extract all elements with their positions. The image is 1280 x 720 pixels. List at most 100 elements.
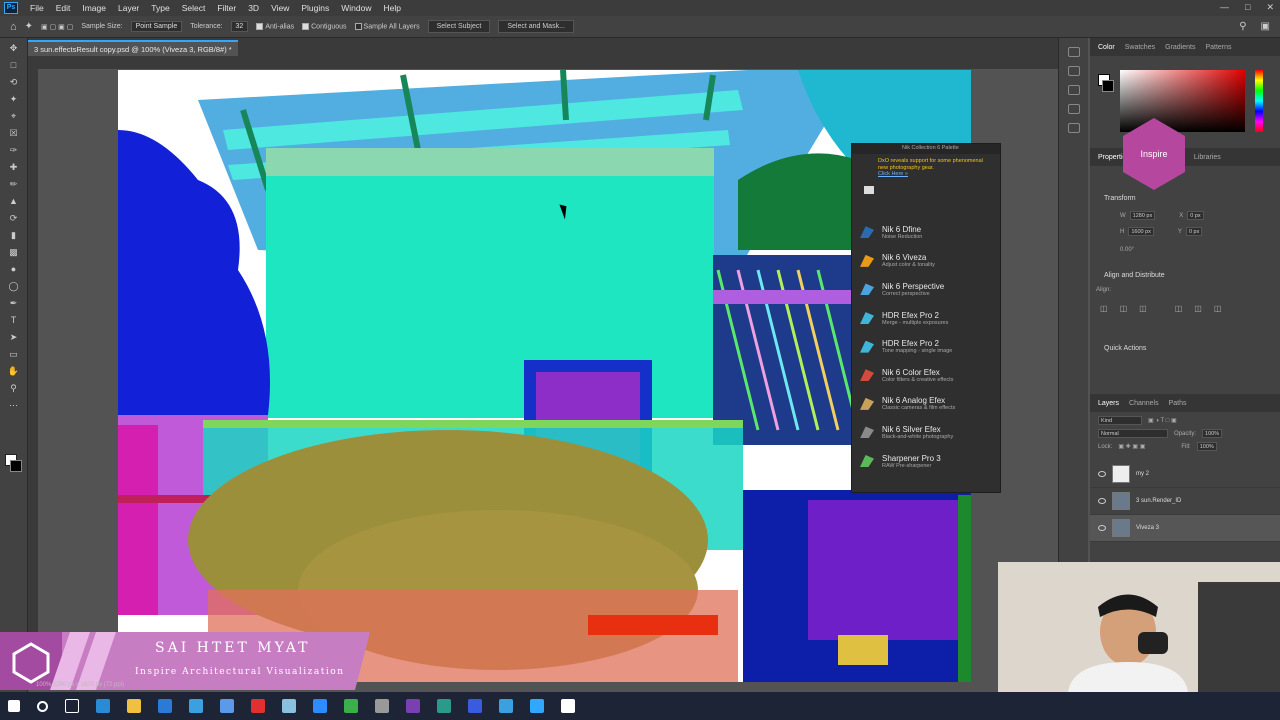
selection-mode-icons[interactable]: ▣ ▢ ▣ ▢	[41, 23, 73, 31]
brush-tool-icon[interactable]: ✏	[5, 177, 23, 191]
mail-icon[interactable]	[158, 699, 172, 713]
menu-type[interactable]: Type	[145, 3, 175, 13]
menu-filter[interactable]: Filter	[211, 3, 242, 13]
select-and-mask-button[interactable]: Select and Mask...	[498, 20, 574, 33]
settings-icon[interactable]	[375, 699, 389, 713]
gradient-tool-icon[interactable]: ▩	[5, 245, 23, 259]
eyedropper-tool-icon[interactable]: ✑	[5, 143, 23, 157]
menu-file[interactable]: File	[24, 3, 50, 13]
sample-size-select[interactable]: Point Sample	[130, 21, 183, 32]
fill-input[interactable]: 100%	[1196, 442, 1217, 451]
more-tools-icon[interactable]: ⋯	[5, 398, 23, 412]
nik-item[interactable]: HDR Efex Pro 2 Tone mapping - single imag…	[852, 332, 1000, 361]
align-right-icon[interactable]: ◫	[1139, 304, 1147, 313]
background-color-swatch[interactable]	[10, 460, 22, 472]
start-icon[interactable]	[8, 700, 20, 712]
type-tool-icon[interactable]: T	[5, 313, 23, 327]
nik-item[interactable]: Nik 6 Analog Efex Classic cameras & film …	[852, 390, 1000, 419]
align-top-icon[interactable]: ◫	[1175, 304, 1183, 313]
app-icon[interactable]	[282, 699, 296, 713]
layer-filter-icons[interactable]: ▣ ◑ T □ ▣	[1148, 417, 1177, 424]
menu-image[interactable]: Image	[76, 3, 112, 13]
zoom-tool-icon[interactable]: ⚲	[5, 381, 23, 395]
tab-layers[interactable]: Layers	[1098, 400, 1119, 407]
visibility-eye-icon[interactable]	[1098, 471, 1106, 477]
tab-swatches[interactable]: Swatches	[1125, 44, 1155, 51]
tab-patterns[interactable]: Patterns	[1205, 44, 1231, 51]
nik-item[interactable]: Nik 6 Silver Efex Black-and-white photogr…	[852, 418, 1000, 447]
anti-alias-checkbox[interactable]: Anti-alias	[256, 22, 294, 30]
color-picker-field[interactable]	[1120, 70, 1245, 132]
blend-mode-select[interactable]: Normal	[1098, 429, 1168, 438]
nik-item[interactable]: Nik 6 Viveza Adjust color & tonality	[852, 247, 1000, 276]
calculator-icon[interactable]	[437, 699, 451, 713]
media-icon[interactable]	[468, 699, 482, 713]
opacity-input[interactable]: 100%	[1202, 429, 1223, 438]
menu-select[interactable]: Select	[176, 3, 212, 13]
hand-tool-icon[interactable]: ✋	[5, 364, 23, 378]
frame-tool-icon[interactable]: ☒	[5, 126, 23, 140]
align-left-icon[interactable]: ◫	[1100, 304, 1108, 313]
sketchup-icon[interactable]	[220, 699, 234, 713]
layer-name[interactable]: Viveza 3	[1136, 525, 1159, 531]
menu-layer[interactable]: Layer	[112, 3, 145, 13]
document-canvas[interactable]	[118, 70, 971, 682]
eraser-tool-icon[interactable]: ▮	[5, 228, 23, 242]
tab-gradients[interactable]: Gradients	[1165, 44, 1195, 51]
move-tool-icon[interactable]: ✥	[5, 41, 23, 55]
menu-3d[interactable]: 3D	[242, 3, 265, 13]
shape-tool-icon[interactable]: ▭	[5, 347, 23, 361]
contiguous-checkbox[interactable]: Contiguous	[302, 22, 347, 30]
dodge-tool-icon[interactable]: ◯	[5, 279, 23, 293]
lasso-tool-icon[interactable]: ⟲	[5, 75, 23, 89]
tab-color[interactable]: Color	[1098, 44, 1115, 51]
task-view-icon[interactable]	[65, 699, 79, 713]
color-bg-swatch[interactable]	[1102, 80, 1114, 92]
align-center-icon[interactable]: ◫	[1120, 304, 1128, 313]
layer-name[interactable]: my 2	[1136, 471, 1149, 477]
blur-tool-icon[interactable]: ●	[5, 262, 23, 276]
sample-all-layers-checkbox[interactable]: Sample All Layers	[354, 22, 420, 30]
menu-window[interactable]: Window	[335, 3, 377, 13]
character-icon[interactable]	[1067, 104, 1080, 114]
onenote-icon[interactable]	[406, 699, 420, 713]
actions-icon[interactable]	[1067, 85, 1080, 95]
pen-tool-icon[interactable]: ✒	[5, 296, 23, 310]
chrome-icon[interactable]	[499, 699, 513, 713]
tab-channels[interactable]: Channels	[1129, 400, 1159, 407]
minimize-icon[interactable]: —	[1220, 2, 1229, 13]
menu-edit[interactable]: Edit	[50, 3, 77, 13]
explorer-icon[interactable]	[127, 699, 141, 713]
healing-tool-icon[interactable]: ✚	[5, 160, 23, 174]
stamp-tool-icon[interactable]: ▲	[5, 194, 23, 208]
obs-icon[interactable]	[561, 699, 575, 713]
layer-row[interactable]: 3 sun.Render_ID	[1090, 488, 1280, 515]
height-input[interactable]: 1600 px	[1128, 227, 1154, 236]
home-icon[interactable]: ⌂	[10, 21, 17, 33]
visibility-eye-icon[interactable]	[1098, 525, 1106, 531]
workspace-icon[interactable]: ▣	[1261, 21, 1270, 32]
path-select-icon[interactable]: ➤	[5, 330, 23, 344]
search-icon[interactable]: ⚲	[1239, 21, 1246, 32]
lock-icons[interactable]: ▣ ✚ ▣ ▣	[1118, 443, 1145, 450]
close-icon[interactable]: ✕	[1266, 2, 1274, 13]
nik-item[interactable]: Nik 6 Color Efex Color filters & creative…	[852, 361, 1000, 390]
menu-plugins[interactable]: Plugins	[295, 3, 335, 13]
y-input[interactable]: 0 px	[1185, 227, 1203, 236]
x-input[interactable]: 0 px	[1187, 211, 1204, 220]
tolerance-input[interactable]: 32	[230, 21, 249, 32]
tab-paths[interactable]: Paths	[1169, 400, 1187, 407]
visibility-eye-icon[interactable]	[1098, 498, 1106, 504]
photoshop-icon[interactable]	[530, 699, 544, 713]
tab-libraries[interactable]: Libraries	[1194, 154, 1221, 161]
edge-icon[interactable]	[96, 699, 110, 713]
width-input[interactable]: 1280 px	[1129, 211, 1156, 220]
menu-view[interactable]: View	[265, 3, 295, 13]
nik-item[interactable]: Nik 6 Perspective Correct perspective	[852, 275, 1000, 304]
opera-icon[interactable]	[251, 699, 265, 713]
document-tab[interactable]: 3 sun.effectsResult copy.psd @ 100% (Viv…	[28, 40, 238, 56]
layer-kind-filter[interactable]: Kind	[1098, 416, 1142, 425]
nik-item[interactable]: Sharpener Pro 3 RAW Pre-sharpener	[852, 447, 1000, 476]
align-bottom-icon[interactable]: ◫	[1214, 304, 1222, 313]
align-middle-icon[interactable]: ◫	[1194, 304, 1202, 313]
